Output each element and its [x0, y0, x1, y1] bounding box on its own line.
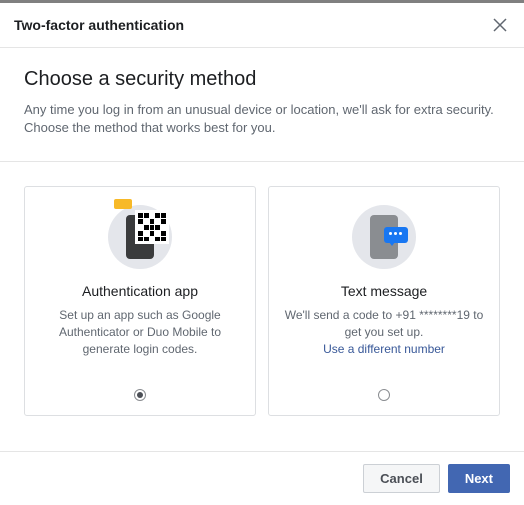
option-description: We'll send a code to +91 ********19 to g… [283, 307, 485, 375]
close-icon [493, 18, 507, 32]
dialog-footer: Cancel Next [0, 451, 524, 505]
text-message-icon [352, 205, 416, 269]
option-title: Text message [341, 283, 427, 299]
two-factor-dialog: Two-factor authentication Choose a secur… [0, 0, 524, 505]
divider [0, 161, 524, 162]
option-title: Authentication app [82, 283, 198, 299]
intro-description: Any time you log in from an unusual devi… [24, 101, 500, 137]
close-button[interactable] [490, 15, 510, 35]
intro-title: Choose a security method [24, 68, 500, 91]
cancel-button[interactable]: Cancel [363, 464, 440, 493]
dialog-header: Two-factor authentication [0, 3, 524, 48]
option-text-message[interactable]: Text message We'll send a code to +91 **… [268, 186, 500, 416]
method-cards: Authentication app Set up an app such as… [24, 186, 500, 416]
radio-text-message[interactable] [378, 389, 390, 401]
radio-authentication-app[interactable] [134, 389, 146, 401]
authentication-app-icon [108, 205, 172, 269]
next-button[interactable]: Next [448, 464, 510, 493]
dialog-title: Two-factor authentication [14, 17, 184, 33]
option-description: Set up an app such as Google Authenticat… [39, 307, 241, 375]
dialog-content: Choose a security method Any time you lo… [0, 48, 524, 451]
option-description-text: We'll send a code to +91 ********19 to g… [285, 308, 484, 339]
use-different-number-link[interactable]: Use a different number [323, 342, 445, 356]
option-authentication-app[interactable]: Authentication app Set up an app such as… [24, 186, 256, 416]
